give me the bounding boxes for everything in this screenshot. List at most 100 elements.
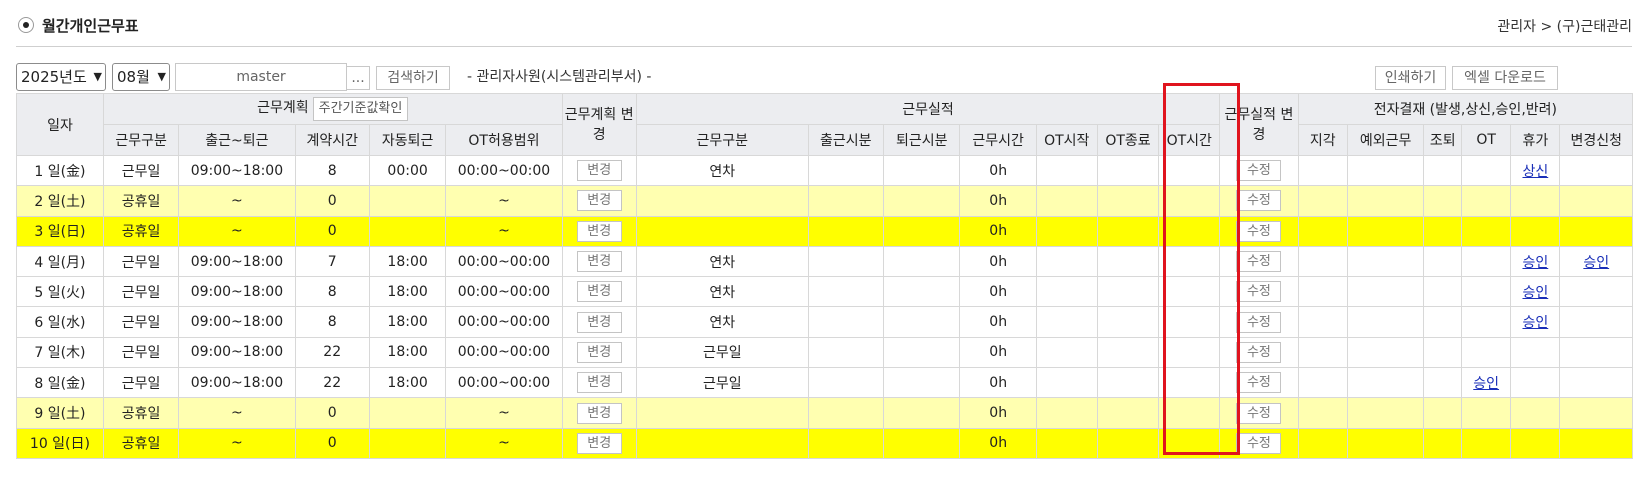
actual-in-cell	[807, 336, 885, 369]
plan-change-cell: 변경	[561, 185, 637, 217]
exception-cell	[1346, 427, 1425, 459]
ot-cell: 00:00~00:00	[445, 306, 563, 338]
plan-change-button[interactable]: 변경	[576, 402, 622, 424]
year-select[interactable]: 2025년도 ▼	[16, 63, 106, 91]
ap-ot-cell	[1461, 336, 1512, 369]
ap-change-cell	[1559, 215, 1633, 247]
plan-change-button[interactable]: 변경	[576, 372, 622, 394]
work-hours-cell: 0h	[959, 185, 1037, 217]
actual-edit-button[interactable]: 수정	[1236, 432, 1282, 454]
plan-change-cell: 변경	[561, 427, 637, 459]
month-select-value: 08월	[117, 68, 150, 86]
ot-start-cell	[1035, 245, 1098, 278]
late-cell	[1297, 397, 1348, 429]
plan-change-button[interactable]: 변경	[576, 160, 622, 182]
actual-edit-button[interactable]: 수정	[1236, 190, 1282, 212]
plan-change-button[interactable]: 변경	[576, 341, 622, 363]
work-hours-cell: 0h	[959, 276, 1037, 308]
ap-leave-cell: 승인	[1510, 245, 1561, 278]
actual-edit-button[interactable]: 수정	[1236, 251, 1282, 273]
actual-edit-button[interactable]: 수정	[1236, 160, 1282, 182]
ap-change-cell	[1559, 367, 1633, 399]
table-row: 5 일(火) 근무일 09:00~18:00 8 18:00 00:00~00:00 변경 연…	[16, 276, 1633, 308]
plan-change-button[interactable]: 변경	[576, 220, 622, 242]
actual-in-cell	[807, 397, 885, 429]
ot-cell: 00:00~00:00	[445, 245, 563, 278]
search-button[interactable]: 검색하기	[376, 66, 450, 90]
exception-cell	[1346, 185, 1425, 217]
ot-start-cell	[1035, 306, 1098, 338]
ot-hours-cell	[1158, 185, 1221, 217]
plan-change-button[interactable]: 변경	[576, 251, 622, 273]
ap-leave-link[interactable]: 상신	[1522, 164, 1548, 180]
actual-kind-cell: 연차	[635, 276, 809, 308]
ot-hours-cell	[1158, 427, 1221, 459]
plan-change-button[interactable]: 변경	[576, 281, 622, 303]
actual-out-cell	[883, 336, 961, 369]
date-cell: 3 일(日)	[16, 215, 104, 247]
date-cell: 1 일(金)	[16, 154, 104, 187]
ot-end-cell	[1096, 397, 1160, 429]
header-actual-change: 근무실적 변경	[1219, 93, 1299, 156]
month-select[interactable]: 08월 ▼	[112, 63, 170, 91]
header-plan-change: 근무계획 변경	[561, 93, 637, 156]
actual-in-cell	[807, 245, 885, 278]
ap-leave-cell	[1510, 427, 1561, 459]
table-row: 9 일(土) 공휴일 ~0 ~ 변경 0h 수정	[16, 397, 1633, 429]
plan-change-cell: 변경	[561, 154, 637, 187]
actual-change-cell: 수정	[1219, 306, 1299, 338]
date-cell: 10 일(日)	[16, 427, 104, 459]
time-cell: 09:00~18:00	[178, 367, 296, 399]
late-cell	[1297, 427, 1348, 459]
ap-change-link[interactable]: 승인	[1583, 255, 1609, 271]
ot-end-cell	[1096, 427, 1160, 459]
actual-change-cell: 수정	[1219, 367, 1299, 399]
time-cell: 09:00~18:00	[178, 276, 296, 308]
search-toolbar: 2025년도 ▼ 08월 ▼ master ... 검색하기 - 관리자사원(시…	[16, 63, 1632, 91]
breadcrumb: 관리자 > (구)근태관리	[1497, 19, 1632, 35]
header-early-leave: 조퇴	[1423, 124, 1463, 156]
actual-edit-button[interactable]: 수정	[1236, 311, 1282, 333]
ot-cell: ~	[445, 215, 563, 247]
header-plan-ot: OT허용범위	[445, 124, 563, 156]
plan-change-button[interactable]: 변경	[576, 311, 622, 333]
work-hours-cell: 0h	[959, 367, 1037, 399]
actual-change-cell: 수정	[1219, 427, 1299, 459]
employee-search-input[interactable]: master	[175, 63, 347, 91]
plan-change-cell: 변경	[561, 276, 637, 308]
header-work-plan-label: 근무계획	[257, 100, 309, 116]
ap-leave-link[interactable]: 승인	[1522, 315, 1548, 331]
late-cell	[1297, 306, 1348, 338]
ot-start-cell	[1035, 367, 1098, 399]
late-cell	[1297, 154, 1348, 187]
plan-change-button[interactable]: 변경	[576, 432, 622, 454]
plan-change-cell: 변경	[561, 245, 637, 278]
chevron-down-icon: ▼	[157, 70, 166, 83]
auto-cell	[368, 397, 447, 429]
ot-cell: 00:00~00:00	[445, 154, 563, 187]
header-change-request: 변경신청	[1559, 124, 1633, 156]
employee-lookup-button[interactable]: ...	[346, 66, 370, 90]
year-select-value: 2025년도	[21, 68, 87, 86]
excel-download-button[interactable]: 엑셀 다운로드	[1452, 66, 1558, 90]
auto-cell	[368, 427, 447, 459]
time-cell: 09:00~18:00	[178, 306, 296, 338]
ap-leave-link[interactable]: 승인	[1522, 255, 1548, 271]
actual-edit-button[interactable]: 수정	[1236, 402, 1282, 424]
actual-edit-button[interactable]: 수정	[1236, 220, 1282, 242]
ap-change-cell	[1559, 306, 1633, 338]
actual-edit-button[interactable]: 수정	[1236, 372, 1282, 394]
ap-leave-link[interactable]: 승인	[1522, 285, 1548, 301]
actual-change-cell: 수정	[1219, 276, 1299, 308]
actual-edit-button[interactable]: 수정	[1236, 341, 1282, 363]
date-cell: 5 일(火)	[16, 276, 104, 308]
ot-start-cell	[1035, 336, 1098, 369]
print-button[interactable]: 인쇄하기	[1375, 66, 1446, 90]
ap-ot-link[interactable]: 승인	[1473, 376, 1499, 392]
weekly-standard-check-button[interactable]: 주간기준값확인	[312, 97, 409, 121]
early-leave-cell	[1423, 427, 1463, 459]
actual-kind-cell: 근무일	[635, 367, 809, 399]
actual-edit-button[interactable]: 수정	[1236, 281, 1282, 303]
ap-leave-cell	[1510, 215, 1561, 247]
plan-change-button[interactable]: 변경	[576, 190, 622, 212]
